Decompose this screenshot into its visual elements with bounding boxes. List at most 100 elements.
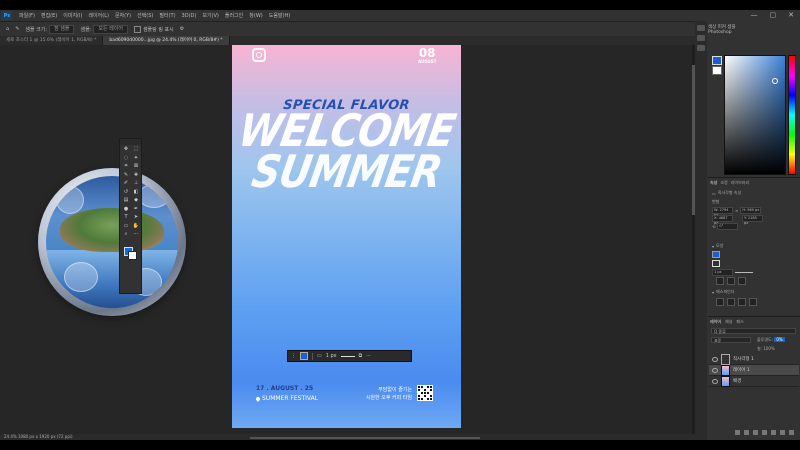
minimize-button[interactable]: — — [751, 11, 758, 19]
y-input[interactable]: Y: 2185 px — [742, 215, 763, 225]
fill-swatch[interactable] — [712, 251, 720, 258]
close-button[interactable]: ✕ — [788, 11, 794, 19]
tab-properties[interactable]: 속성 — [710, 180, 717, 187]
marquee-tool-icon[interactable]: ⬚ — [131, 146, 141, 154]
menu-select[interactable]: 선택(S) — [134, 12, 156, 19]
align-right-icon[interactable] — [738, 277, 746, 285]
width-input[interactable]: W: 2794 px — [712, 207, 733, 217]
menu-layer[interactable]: 레이어(L) — [85, 12, 112, 19]
menu-edit[interactable]: 편집(E) — [38, 12, 60, 19]
sample-size-select[interactable]: 점 샘플 — [49, 24, 75, 34]
background-color-swatch[interactable] — [128, 251, 137, 260]
swatches-panel-icon[interactable] — [697, 35, 705, 41]
menu-view[interactable]: 보기(V) — [199, 12, 222, 19]
zoom-tool-icon[interactable]: ⌕ — [121, 231, 131, 239]
poster-canvas[interactable]: 08 AUGUST SPECIAL FLAVOR WELCOME SUMMER … — [232, 45, 461, 428]
picker-background-swatch[interactable] — [712, 66, 722, 75]
frame-tool-icon[interactable]: ⊠ — [131, 163, 141, 171]
move-tool-icon[interactable]: ✥ — [121, 146, 131, 154]
stroke-style-icon[interactable] — [340, 355, 355, 357]
menu-image[interactable]: 이미지(I) — [60, 12, 85, 19]
stamp-tool-icon[interactable]: ⊥ — [131, 180, 141, 188]
menu-file[interactable]: 파일(F) — [16, 12, 38, 19]
tab-adjustments[interactable]: 조정 — [720, 180, 727, 187]
move-handle-icon[interactable]: ⋮ — [291, 353, 296, 359]
tab-channels[interactable]: 채널 — [725, 319, 732, 326]
trash-icon[interactable] — [789, 430, 794, 435]
layer-filter[interactable]: Q 종류 — [711, 328, 796, 334]
adjustment-icon[interactable] — [762, 430, 767, 435]
eraser-tool-icon[interactable]: ◧ — [131, 189, 141, 197]
menu-plugins[interactable]: 플러그인 — [222, 12, 246, 19]
height-input[interactable]: H: 960 px — [740, 207, 762, 214]
pen-tool-icon[interactable]: ✒ — [131, 206, 141, 214]
unite-icon[interactable] — [716, 298, 724, 306]
history-brush-icon[interactable]: ↺ — [121, 189, 131, 197]
tab-layers[interactable]: 레이어 — [710, 319, 721, 326]
layer-row[interactable]: 배경 — [709, 375, 799, 387]
stroke-width-input[interactable]: 1 px — [712, 269, 733, 276]
align-icon[interactable]: ⧉ — [359, 353, 363, 359]
edit-toolbar-icon[interactable]: ⋯ — [131, 231, 141, 239]
menu-3d[interactable]: 3D(D) — [179, 13, 200, 19]
align-left-icon[interactable] — [716, 277, 724, 285]
fill-color-swatch[interactable] — [300, 352, 308, 360]
menu-type[interactable]: 문자(Y) — [112, 12, 134, 19]
type-tool-icon[interactable]: T — [121, 214, 131, 222]
color-cursor[interactable] — [772, 78, 778, 84]
history-panel-icon[interactable] — [697, 45, 705, 51]
group-icon[interactable] — [771, 430, 776, 435]
eyedropper-tool-icon[interactable]: ✎ — [15, 26, 19, 32]
sample-select[interactable]: 모든 레이어 — [93, 24, 128, 34]
shape-tool-icon[interactable]: ▭ — [121, 223, 131, 231]
align-center-icon[interactable] — [727, 277, 735, 285]
quick-select-tool-icon[interactable]: ✦ — [131, 155, 141, 163]
maximize-button[interactable]: ▢ — [770, 11, 777, 19]
visibility-eye-icon[interactable] — [712, 367, 718, 373]
crop-tool-icon[interactable]: ⌗ — [121, 163, 131, 171]
fx-icon[interactable] — [744, 430, 749, 435]
brush-tool-icon[interactable]: ✐ — [121, 180, 131, 188]
picker-foreground-swatch[interactable] — [712, 56, 722, 65]
opacity-input[interactable]: 0% — [774, 337, 785, 342]
link-layers-icon[interactable] — [735, 430, 740, 435]
menu-help[interactable]: 도움말(H) — [266, 12, 293, 19]
hue-slider[interactable] — [788, 55, 796, 175]
color-field[interactable] — [724, 55, 786, 175]
path-select-icon[interactable]: ➤ — [131, 214, 141, 222]
home-icon[interactable]: ⌂ — [6, 26, 9, 32]
tab-paths[interactable]: 패스 — [736, 319, 743, 326]
tab-document-1[interactable]: 세로 포스터 1 @ 15.6% (레이어 1, RGB/8) * — [0, 36, 104, 45]
blur-tool-icon[interactable]: ◆ — [131, 197, 141, 205]
stroke-style-line[interactable] — [735, 272, 753, 273]
stroke-swatch[interactable] — [712, 260, 720, 267]
dodge-tool-icon[interactable]: ● — [121, 206, 131, 214]
subtract-icon[interactable] — [727, 298, 735, 306]
intersect-icon[interactable] — [738, 298, 746, 306]
new-layer-icon[interactable] — [780, 430, 785, 435]
tab-document-2[interactable]: bad6090d0000...jpg @ 24.4% (레이어 0, RGB/8… — [103, 36, 230, 45]
rotation-input[interactable]: 0° — [717, 223, 739, 230]
stroke-color-icon[interactable]: ▭ — [317, 353, 322, 359]
tab-libraries[interactable]: 라이브러리 — [731, 180, 749, 187]
color-panel-icon[interactable] — [697, 25, 705, 31]
fill-input[interactable]: 100% — [763, 346, 774, 351]
collapse-icon[interactable]: ▾ — [712, 244, 714, 249]
mask-icon[interactable] — [753, 430, 758, 435]
gear-icon[interactable]: ⚙ — [180, 26, 184, 32]
blend-mode-select[interactable]: 표준 — [711, 337, 751, 343]
menu-filter[interactable]: 필터(T) — [156, 12, 178, 19]
hand-tool-icon[interactable]: ✋ — [131, 223, 141, 231]
visibility-eye-icon[interactable] — [712, 356, 718, 362]
more-options-icon[interactable]: ⋯ — [366, 353, 371, 359]
exclude-icon[interactable] — [749, 298, 757, 306]
layer-row[interactable]: 레이어 1 — [709, 364, 799, 376]
healing-tool-icon[interactable]: ✚ — [131, 172, 141, 180]
stroke-width-value[interactable]: 1 px — [326, 353, 337, 359]
menu-window[interactable]: 창(W) — [246, 12, 265, 19]
collapse-icon[interactable]: ▾ — [712, 290, 714, 295]
eyedropper-icon[interactable]: ✎ — [121, 172, 131, 180]
sampling-ring-checkbox[interactable] — [133, 25, 141, 33]
horizontal-scrollbar[interactable] — [250, 437, 480, 439]
layer-row[interactable]: 직사각형 1 — [709, 353, 799, 365]
